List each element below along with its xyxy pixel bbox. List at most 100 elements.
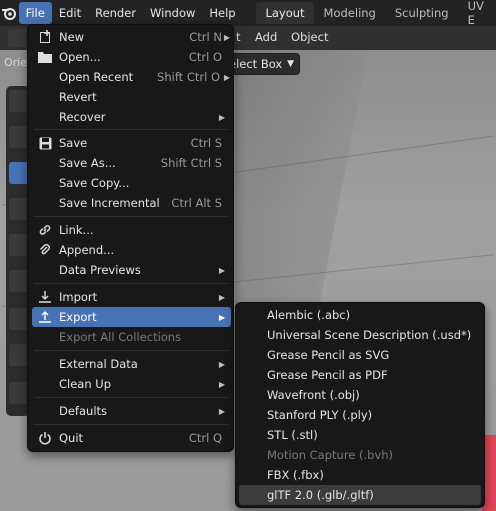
menu-item-save-as[interactable]: Save As... Shift Ctrl S — [32, 153, 231, 173]
new-file-icon — [37, 29, 53, 45]
export-item-usd[interactable]: Universal Scene Description (.usd*) — [239, 325, 481, 345]
menu-item-import[interactable]: Import ▶ — [32, 287, 231, 307]
menu-item-export-all-collections[interactable]: Export All Collections — [32, 327, 231, 347]
export-item-stanford-ply[interactable]: Stanford PLY (.ply) — [239, 405, 481, 425]
export-item-grease-pencil-pdf[interactable]: Grease Pencil as PDF — [239, 365, 481, 385]
shortcut: Ctrl N — [189, 30, 222, 44]
menu-item-save[interactable]: Save Ctrl S — [32, 133, 231, 153]
menu-item-clean-up[interactable]: Clean Up ▶ — [32, 374, 231, 394]
export-item-gltf[interactable]: glTF 2.0 (.glb/.gltf) — [239, 485, 481, 505]
export-item-wavefront-obj[interactable]: Wavefront (.obj) — [239, 385, 481, 405]
export-item-alembic[interactable]: Alembic (.abc) — [239, 305, 481, 325]
menu-label: Stanford PLY (.ply) — [267, 408, 373, 422]
menu-label: Defaults — [59, 404, 108, 418]
menu-label: Open... — [59, 50, 101, 64]
menu-label: STL (.stl) — [267, 428, 318, 442]
menu-label: External Data — [59, 357, 138, 371]
menu-item-data-previews[interactable]: Data Previews ▶ — [32, 260, 231, 280]
chevron-right-icon: ▶ — [218, 312, 225, 322]
chevron-down-icon: ▼ — [287, 59, 294, 69]
menu-item-export[interactable]: Export ▶ — [32, 307, 231, 327]
menu-label: Save As... — [59, 156, 116, 170]
export-item-motion-capture-bvh[interactable]: Motion Capture (.bvh) — [239, 445, 481, 465]
menu-item-defaults[interactable]: Defaults ▶ — [32, 401, 231, 421]
tab-layout[interactable]: Layout — [256, 2, 314, 24]
menu-label: Recover — [59, 110, 106, 124]
separator — [34, 424, 229, 425]
chevron-right-icon: ▶ — [218, 359, 225, 369]
shortcut: Shift Ctrl S — [160, 156, 222, 170]
menu-label: Clean Up — [59, 377, 112, 391]
menu-label: Open Recent — [59, 70, 134, 84]
chevron-right-icon: ▶ — [218, 379, 225, 389]
header-fragment[interactable]: t — [236, 30, 241, 44]
menu-file[interactable]: File — [18, 2, 52, 24]
file-menu: New Ctrl N ▶ Open... Ctrl O Open Recent … — [27, 24, 234, 452]
separator — [34, 283, 229, 284]
menu-label: New — [59, 30, 85, 44]
menu-item-recover[interactable]: Recover ▶ — [32, 107, 231, 127]
shortcut: Shift Ctrl O — [157, 70, 220, 84]
menu-label: Save Copy... — [59, 176, 130, 190]
separator — [34, 350, 229, 351]
menu-label: Universal Scene Description (.usd*) — [267, 328, 472, 342]
menu-label: Grease Pencil as PDF — [267, 368, 388, 382]
save-icon — [37, 135, 53, 151]
blender-logo-icon[interactable] — [0, 0, 19, 26]
menu-item-open-recent[interactable]: Open Recent Shift Ctrl O ▶ — [32, 67, 231, 87]
chevron-right-icon: ▶ — [218, 292, 225, 302]
shortcut: Ctrl O — [188, 50, 222, 64]
tab-uv-editing[interactable]: UV E — [459, 0, 496, 27]
menu-add[interactable]: Add — [255, 30, 277, 44]
export-icon — [37, 309, 53, 325]
menu-item-append[interactable]: Append... — [32, 240, 231, 260]
menu-item-save-incremental[interactable]: Save Incremental Ctrl Alt S — [32, 193, 231, 213]
menu-item-open[interactable]: Open... Ctrl O — [32, 47, 231, 67]
menu-item-quit[interactable]: Quit Ctrl Q — [32, 428, 231, 448]
tab-sculpting[interactable]: Sculpting — [386, 2, 458, 24]
shortcut: Ctrl Q — [188, 431, 222, 445]
menu-help[interactable]: Help — [202, 2, 242, 24]
export-submenu: Alembic (.abc) Universal Scene Descripti… — [235, 302, 485, 508]
menu-label: Quit — [59, 431, 84, 445]
menu-label: Data Previews — [59, 263, 141, 277]
menu-label: Motion Capture (.bvh) — [267, 448, 394, 462]
separator — [34, 216, 229, 217]
chevron-right-icon: ▶ — [218, 406, 225, 416]
chevron-right-icon: ▶ — [223, 72, 230, 82]
menu-object[interactable]: Object — [291, 30, 328, 44]
menu-item-save-copy[interactable]: Save Copy... — [32, 173, 231, 193]
menu-label: Revert — [59, 90, 97, 104]
menu-label: Wavefront (.obj) — [267, 388, 360, 402]
menu-item-revert[interactable]: Revert — [32, 87, 231, 107]
separator — [34, 397, 229, 398]
power-icon — [37, 430, 53, 446]
link-icon — [37, 222, 53, 238]
folder-icon — [37, 49, 53, 65]
menu-label: Save — [59, 136, 88, 150]
menu-label: Link... — [59, 223, 94, 237]
menu-item-external-data[interactable]: External Data ▶ — [32, 354, 231, 374]
menu-label: FBX (.fbx) — [267, 468, 324, 482]
menu-label: Alembic (.abc) — [267, 308, 351, 322]
export-item-stl[interactable]: STL (.stl) — [239, 425, 481, 445]
menu-label: Export All Collections — [59, 330, 182, 344]
paperclip-icon — [37, 242, 53, 258]
menu-label: Append... — [59, 243, 115, 257]
chevron-right-icon: ▶ — [218, 265, 225, 275]
orientation-label[interactable]: Orie — [4, 56, 27, 69]
menu-window[interactable]: Window — [143, 2, 202, 24]
menu-render[interactable]: Render — [88, 2, 143, 24]
menu-item-link[interactable]: Link... — [32, 220, 231, 240]
shortcut: Ctrl Alt S — [171, 196, 222, 210]
menu-label: Grease Pencil as SVG — [267, 348, 390, 362]
export-item-grease-pencil-svg[interactable]: Grease Pencil as SVG — [239, 345, 481, 365]
top-bar: File Edit Render Window Help Layout Mode… — [0, 0, 496, 27]
shortcut: Ctrl S — [190, 136, 222, 150]
menu-label: Save Incremental — [59, 196, 160, 210]
import-icon — [37, 289, 53, 305]
tab-modeling[interactable]: Modeling — [315, 2, 385, 24]
export-item-fbx[interactable]: FBX (.fbx) — [239, 465, 481, 485]
menu-edit[interactable]: Edit — [52, 2, 88, 24]
menu-item-new[interactable]: New Ctrl N ▶ — [32, 27, 231, 47]
